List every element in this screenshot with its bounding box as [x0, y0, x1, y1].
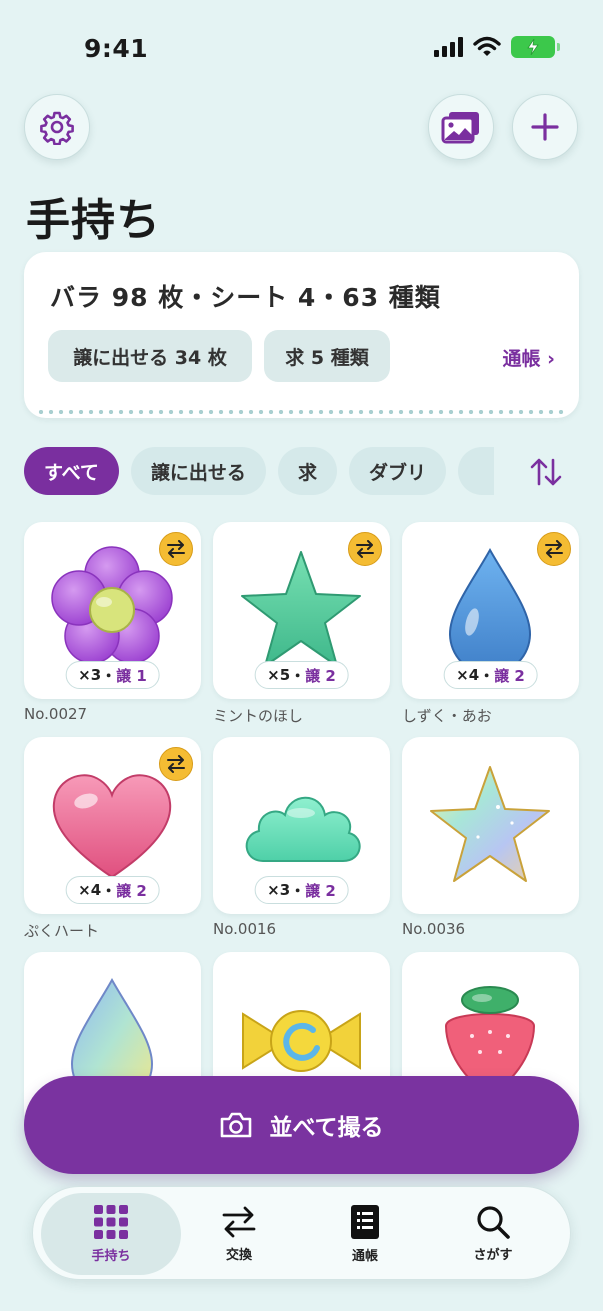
tradeable-count: 譲 2	[305, 666, 336, 685]
sticker-caption: しずく・あお	[402, 707, 492, 725]
quantity-pill: ×3 ・譲 2	[254, 876, 349, 904]
sort-icon	[530, 458, 562, 486]
book-icon	[351, 1205, 379, 1239]
qty-separator: ・	[290, 881, 306, 900]
status-icons	[434, 36, 560, 58]
sticker-caption: No.0016	[213, 920, 277, 938]
trade-swap-badge	[159, 747, 193, 781]
owned-count: ×4	[78, 881, 102, 899]
filter-more[interactable]	[457, 447, 494, 495]
tradeable-count: 譲 2	[494, 666, 525, 685]
battery-charging-icon	[511, 36, 560, 58]
sort-button[interactable]	[524, 452, 568, 492]
filter-all[interactable]: すべて	[24, 447, 119, 495]
sticker-card[interactable]: ×4 ・譲 2	[402, 522, 579, 699]
tradeable-count: 譲 2	[305, 881, 336, 900]
page-title: 手持ち	[26, 195, 161, 246]
qty-separator: ・	[290, 666, 306, 685]
passbook-link[interactable]: 通帳 ›	[503, 344, 555, 371]
filter-duplicates[interactable]: ダブリ	[348, 447, 446, 495]
swap-icon	[167, 755, 185, 773]
tab-passbook[interactable]: 通帳	[295, 1193, 435, 1275]
grid-icon	[94, 1205, 128, 1239]
tab-collection[interactable]: 手持ち	[41, 1193, 181, 1275]
qty-separator: ・	[101, 666, 117, 685]
trade-swap-badge	[348, 532, 382, 566]
tradeable-count: 譲 2	[116, 881, 147, 900]
quantity-pill: ×5 ・譲 2	[254, 661, 349, 689]
owned-count: ×4	[456, 666, 480, 684]
owned-count: ×3	[267, 881, 291, 899]
search-icon	[477, 1206, 510, 1239]
camera-icon	[221, 1112, 252, 1138]
swap-icon	[545, 540, 563, 558]
gallery-button[interactable]	[428, 94, 494, 160]
holo-star-icon	[424, 760, 556, 888]
sticker-caption: ミントのほし	[213, 707, 304, 725]
owned-count: ×3	[78, 666, 102, 684]
sticker-card[interactable]: ×3 ・譲 1	[24, 522, 201, 699]
sticker-card[interactable]	[402, 737, 579, 914]
shoot-button-label: 並べて撮る	[269, 1115, 384, 1141]
tab-label: さがす	[473, 1248, 513, 1263]
trade-swap-badge	[159, 532, 193, 566]
tab-bar: 手持ち 交換 通帳 さがす	[32, 1186, 571, 1280]
trade-swap-badge	[537, 532, 571, 566]
swap-icon	[167, 540, 185, 558]
quantity-pill: ×3 ・譲 1	[65, 661, 160, 689]
tab-label: 通帳	[351, 1249, 378, 1264]
arrange-and-shoot-button[interactable]: 並べて撮る	[24, 1076, 579, 1174]
cellular-signal-icon	[434, 37, 463, 57]
qty-separator: ・	[101, 881, 117, 900]
photo-gallery-icon	[441, 112, 479, 144]
wifi-icon	[473, 36, 501, 56]
swap-icon	[356, 540, 374, 558]
sticker-caption: No.0027	[24, 705, 88, 723]
perforation-divider	[36, 410, 566, 414]
tab-trade[interactable]: 交換	[169, 1193, 309, 1275]
filter-wanted[interactable]: 求	[277, 447, 337, 495]
tab-label: 手持ち	[91, 1249, 131, 1264]
tab-label: 交換	[225, 1248, 252, 1263]
summary-card: バラ 98 枚・シート 4・63 種類 譲に出せる 34 枚 求 5 種類 通帳…	[24, 252, 579, 418]
status-bar: 9:41	[0, 0, 603, 96]
sticker-card[interactable]: ×3 ・譲 2	[213, 737, 390, 914]
collection-summary: バラ 98 枚・シート 4・63 種類	[50, 283, 441, 312]
filter-bar: すべて 譲に出せる 求 ダブリ	[24, 447, 494, 495]
gear-icon	[40, 111, 74, 145]
tradeable-count: 譲 1	[116, 666, 147, 685]
status-time: 9:41	[84, 34, 149, 63]
owned-count: ×5	[267, 666, 291, 684]
qty-separator: ・	[479, 666, 495, 685]
tradeable-count-chip[interactable]: 譲に出せる 34 枚	[48, 330, 252, 382]
quantity-pill: ×4 ・譲 2	[443, 661, 538, 689]
wanted-count-chip[interactable]: 求 5 種類	[264, 330, 390, 382]
sticker-caption: No.0036	[402, 920, 466, 938]
sticker-caption: ぷくハート	[24, 922, 100, 940]
add-button[interactable]	[512, 94, 578, 160]
filter-tradeable[interactable]: 譲に出せる	[130, 447, 266, 495]
plus-icon	[531, 113, 559, 141]
tab-search[interactable]: さがす	[423, 1193, 563, 1275]
swap-icon	[222, 1206, 256, 1238]
sticker-card[interactable]: ×4 ・譲 2	[24, 737, 201, 914]
settings-button[interactable]	[24, 94, 90, 160]
quantity-pill: ×4 ・譲 2	[65, 876, 160, 904]
sticker-card[interactable]: ×5 ・譲 2	[213, 522, 390, 699]
